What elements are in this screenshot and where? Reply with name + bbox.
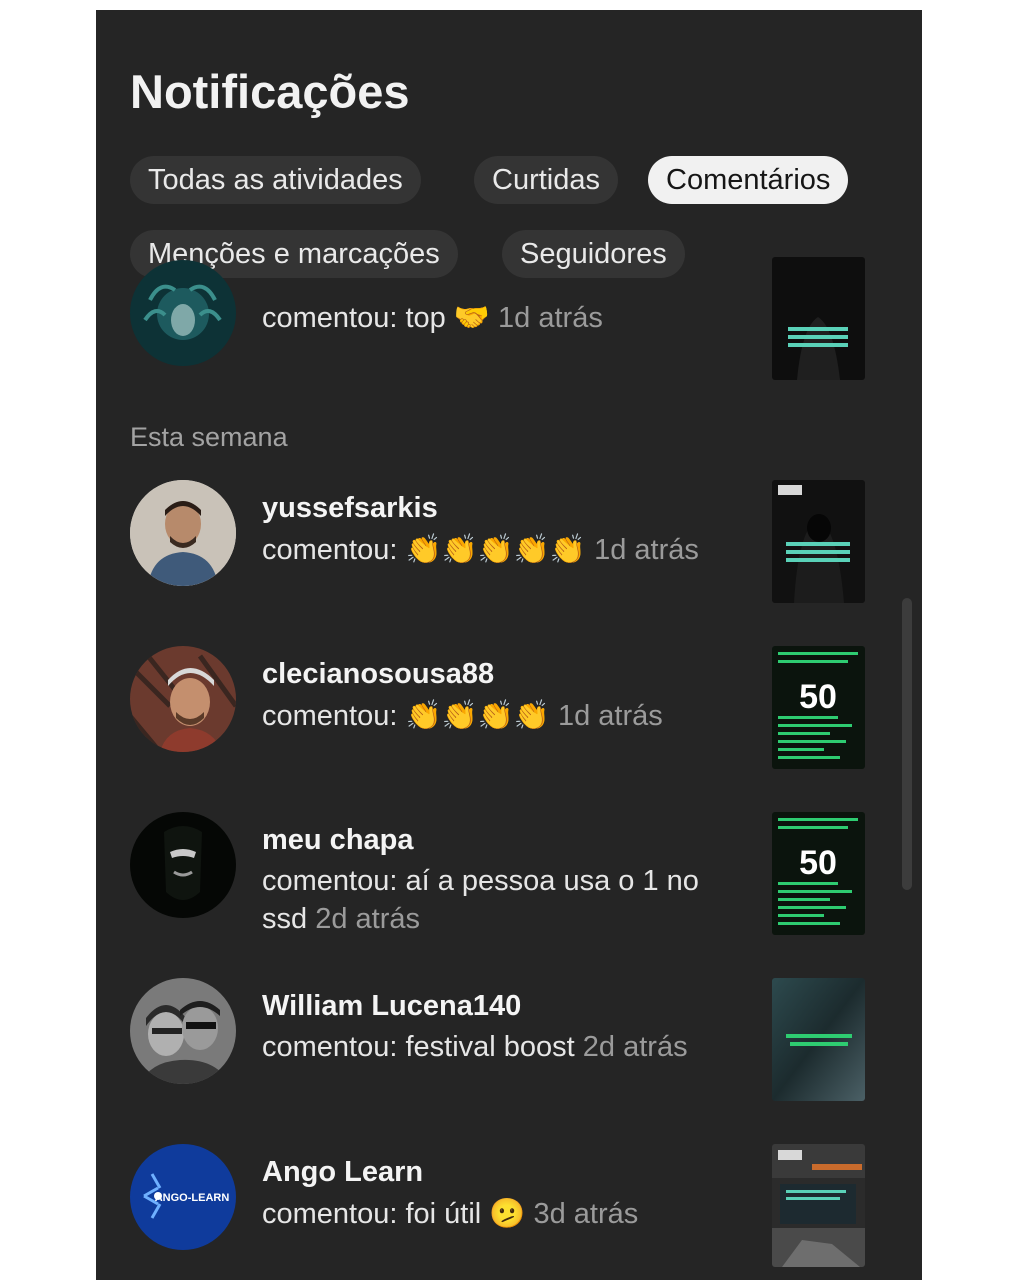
scrollbar[interactable] (902, 598, 912, 890)
page-title: Notificações (130, 65, 410, 118)
timestamp: 1d atrás (594, 534, 699, 566)
timestamp: 1d atrás (557, 700, 663, 732)
confused-face-emoji: 🫤 (489, 1196, 526, 1230)
post-thumbnail[interactable] (772, 1144, 865, 1267)
comment-text: comentou: festival boost 2d atrás (262, 1031, 688, 1063)
comment-text: comentou: foi útil 🫤 3d atrás (262, 1196, 639, 1230)
notifications-panel: Notificações Todas as atividades Curtida… (96, 10, 922, 1280)
handshake-emoji: 🤝 (453, 300, 490, 334)
section-label-this-week: Esta semana (130, 422, 288, 452)
timestamp: 1d atrás (498, 302, 603, 334)
username[interactable]: Ango Learn (262, 1156, 423, 1189)
avatar[interactable] (130, 646, 236, 752)
filter-comments[interactable]: Comentários (648, 156, 849, 204)
thumbnail-text: 50 (799, 678, 837, 716)
timestamp: 2d atrás (582, 1031, 688, 1063)
filter-likes[interactable]: Curtidas (474, 156, 618, 204)
logo-text: ANGO-LEARN (155, 1192, 230, 1204)
comment-text: comentou: aí a pessoa usa o 1 no ssd 2d … (262, 865, 699, 935)
post-thumbnail[interactable] (772, 257, 865, 380)
username[interactable]: yussefsarkis (262, 492, 438, 525)
post-thumbnail[interactable]: 50 (772, 812, 865, 935)
post-thumbnail[interactable]: 50 (772, 646, 865, 769)
avatar[interactable] (130, 978, 236, 1084)
timestamp: 2d atrás (315, 903, 420, 935)
post-thumbnail[interactable] (772, 978, 865, 1101)
avatar[interactable] (130, 812, 236, 918)
comment-text: comentou: 👏👏👏👏 1d atrás (262, 698, 663, 732)
post-thumbnail[interactable] (772, 480, 865, 603)
clap-emoji: 👏👏👏👏 (405, 698, 550, 732)
clap-emoji: 👏👏👏👏👏 (405, 532, 587, 566)
username[interactable]: meu chapa (262, 824, 414, 857)
avatar[interactable] (130, 260, 236, 366)
username[interactable]: William Lucena140 (262, 990, 521, 1023)
comment-text: comentou: top 🤝 1d atrás (262, 300, 603, 334)
username[interactable]: clecianosousa88 (262, 658, 494, 691)
timestamp: 3d atrás (533, 1198, 639, 1230)
filter-followers[interactable]: Seguidores (502, 230, 685, 278)
avatar[interactable] (130, 480, 236, 586)
filter-all-activity[interactable]: Todas as atividades (130, 156, 421, 204)
thumbnail-text: 50 (799, 844, 837, 882)
comment-text: comentou: 👏👏👏👏👏 1d atrás (262, 532, 699, 566)
avatar[interactable]: ANGO-LEARN (130, 1144, 236, 1250)
